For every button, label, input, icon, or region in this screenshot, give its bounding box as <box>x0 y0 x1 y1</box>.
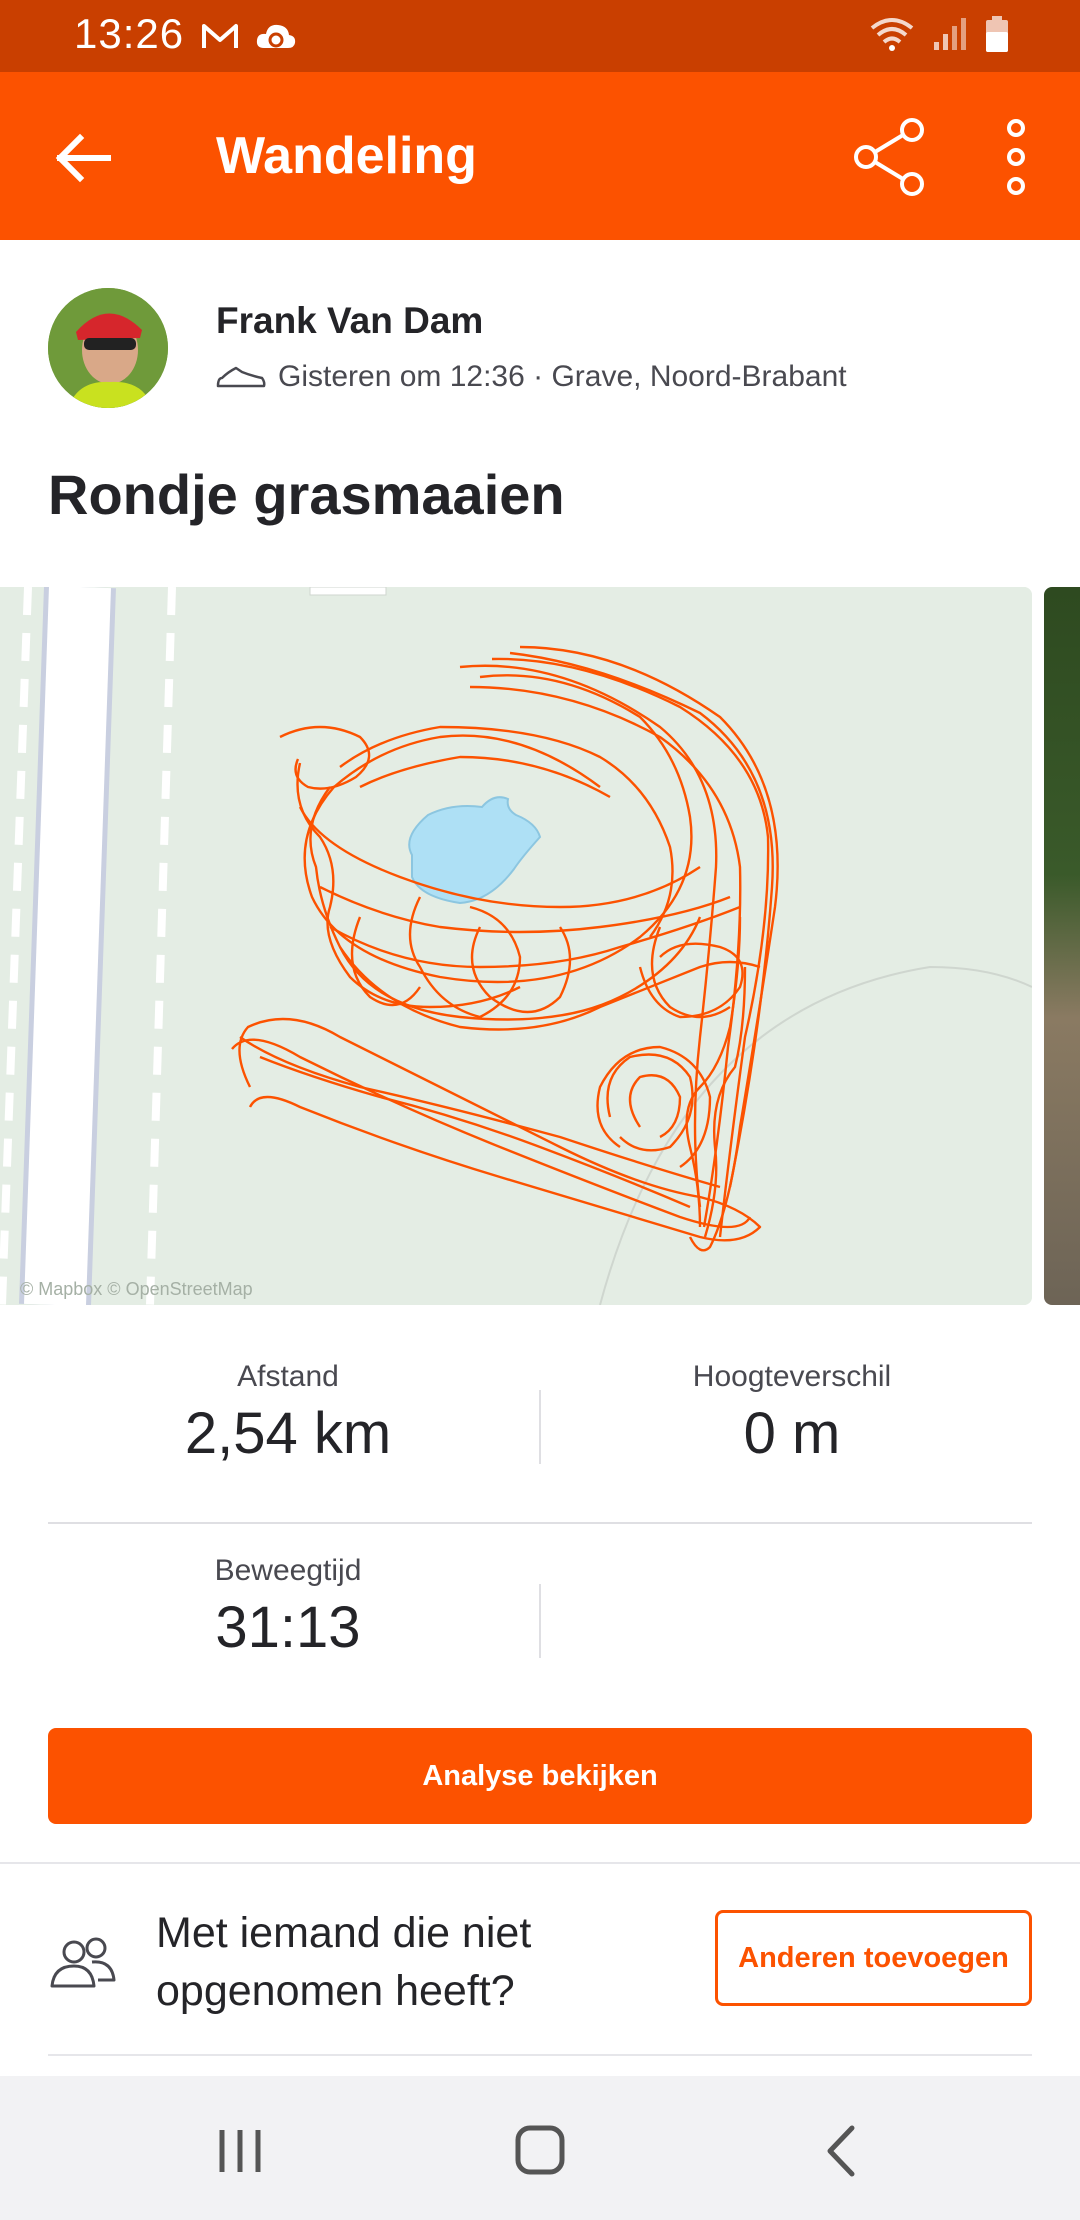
share-icon <box>854 118 924 196</box>
stat-moving-time-label: Beweegtijd <box>214 1554 362 1587</box>
page-title: Wandeling <box>216 127 477 185</box>
stat-distance: Afstand 2,54 km <box>48 1360 528 1467</box>
system-nav-bar <box>0 2076 1080 2220</box>
people-icon <box>50 1937 116 1988</box>
athlete-name[interactable]: Frank Van Dam <box>216 300 483 342</box>
stat-distance-value: 2,54 km <box>184 1401 392 1466</box>
back-nav-button[interactable] <box>802 2116 882 2186</box>
cloud-sync-icon <box>256 24 296 48</box>
avatar-image <box>48 288 168 408</box>
signal-icon <box>934 18 966 50</box>
athlete-header: Frank Van Dam Gisteren om 12:36 · Grave,… <box>48 288 1048 412</box>
invite-text: Met iemand die niet opgenomen heeft? <box>156 1909 532 2015</box>
invite-section: Met iemand die niet opgenomen heeft? And… <box>48 1898 1032 2028</box>
activity-title: Rondje grasmaaien <box>48 463 565 526</box>
more-options-button[interactable] <box>986 112 1046 202</box>
stat-elevation-value: 0 m <box>743 1401 841 1466</box>
stat-divider <box>539 1390 541 1464</box>
back-button[interactable] <box>44 118 124 198</box>
map-attribution: © Mapbox © OpenStreetMap <box>20 1279 253 1299</box>
activity-meta: Gisteren om 12:36 · Grave, Noord-Brabant <box>216 360 847 394</box>
more-vertical-icon <box>1007 119 1025 195</box>
home-button[interactable] <box>500 2116 580 2186</box>
stats-row-divider <box>48 1522 1032 1524</box>
share-button[interactable] <box>846 112 936 202</box>
home-icon <box>515 2125 565 2175</box>
status-icons-right <box>868 14 1010 54</box>
gmail-icon <box>202 24 238 48</box>
analysis-button[interactable]: Analyse bekijken <box>48 1728 1032 1824</box>
section-divider <box>48 2054 1032 2056</box>
stat-elevation-label: Hoogteverschil <box>692 1360 892 1393</box>
status-bar: 13:26 <box>0 0 1080 72</box>
shoe-icon <box>216 366 266 388</box>
stat-elevation: Hoogteverschil 0 m <box>552 1360 1032 1467</box>
arrow-left-icon <box>55 133 111 183</box>
stat-moving-time: Beweegtijd 31:13 <box>48 1554 528 1661</box>
back-nav-icon <box>827 2125 855 2177</box>
activity-meta-text: Gisteren om 12:36 · Grave, Noord-Brabant <box>278 360 847 393</box>
add-others-button[interactable]: Anderen toevoegen <box>715 1910 1032 2006</box>
stat-moving-time-value: 31:13 <box>215 1595 361 1660</box>
section-divider <box>0 1862 1080 1864</box>
map-canvas: © Mapbox © OpenStreetMap <box>0 587 1032 1305</box>
stat-distance-label: Afstand <box>237 1360 339 1393</box>
battery-icon <box>986 16 1008 52</box>
wifi-icon <box>870 18 914 51</box>
status-time: 13:26 <box>74 10 185 57</box>
app-bar: Wandeling <box>0 72 1080 240</box>
status-icons-left <box>200 16 298 56</box>
route-map[interactable]: © Mapbox © OpenStreetMap <box>0 587 1032 1305</box>
recent-apps-button[interactable] <box>200 2116 280 2186</box>
avatar[interactable] <box>48 288 168 408</box>
recent-apps-icon <box>219 2130 261 2172</box>
photo-thumbnail[interactable] <box>1044 587 1080 1305</box>
stat-divider <box>539 1584 541 1658</box>
